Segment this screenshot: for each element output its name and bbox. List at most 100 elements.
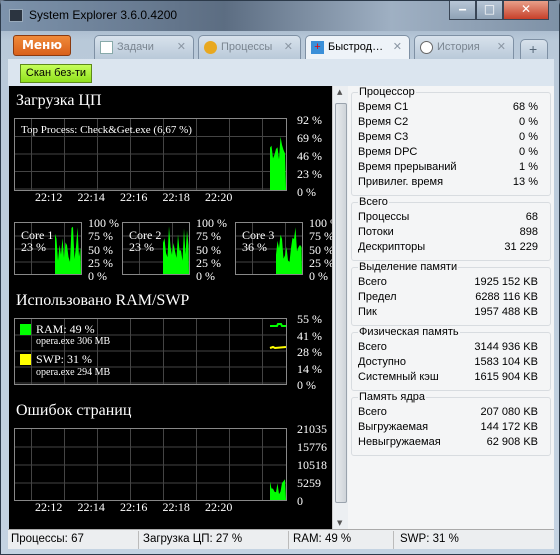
page-faults-plot — [15, 429, 286, 500]
cpu-y-tick: 0 % — [297, 185, 316, 199]
stat-label: Всего — [358, 341, 387, 353]
close-tab-icon[interactable]: ✕ — [497, 36, 506, 58]
page-faults-graph — [14, 428, 287, 501]
stats-row: Невыгружаемая 62 908 KB — [358, 436, 538, 451]
ram-swap-graph: RAM: 49 % opera.exe 306 MB SWP: 31 % ope… — [14, 318, 287, 385]
tab-history[interactable]: История ✕ — [414, 35, 514, 60]
toolbar: Скан без-ти — [8, 59, 554, 86]
core-value: 23 % — [129, 240, 154, 254]
stat-label: Время C2 — [358, 116, 409, 128]
title-bar: System Explorer 3.6.0.4200 ‒ □ ✕ — [1, 1, 559, 31]
stats-panel: Процессор Время C1 68 % Время C2 0 % Время C3… — [348, 86, 554, 529]
stat-value: 6288 116 KB — [475, 291, 538, 303]
maximize-button[interactable]: □ — [476, 1, 503, 20]
performance-icon: + — [311, 41, 324, 54]
group-title: Процессор — [358, 86, 416, 98]
core-y-tick: 0 % — [88, 269, 107, 284]
faults-y-tick: 15776 — [297, 440, 327, 454]
core-3-usage-area — [276, 227, 302, 274]
stats-row: Время DPC 0 % — [358, 146, 538, 161]
close-button[interactable]: ✕ — [503, 1, 549, 20]
clock-icon — [420, 41, 433, 54]
ram-y-tick: 41 % — [297, 328, 322, 343]
tab-performance[interactable]: + Быстрод… ✕ — [305, 35, 410, 61]
stat-label: Время C1 — [358, 101, 409, 113]
stats-row: Время C3 0 % — [358, 131, 538, 146]
stats-row: Потоки 898 — [358, 226, 538, 241]
swp-label: SWP: 31 % — [36, 352, 93, 366]
stat-value: 3144 936 KB — [474, 341, 538, 353]
tab-processes[interactable]: Процессы ✕ — [198, 35, 301, 60]
stat-value: 1615 904 KB — [474, 371, 538, 383]
scroll-up-icon[interactable]: ▲ — [337, 88, 342, 96]
cpu-y-tick: 69 % — [297, 131, 322, 145]
stat-label: Выгружаемая — [358, 421, 429, 433]
stats-row: Системный кэш 1615 904 KB — [358, 371, 538, 386]
stats-row: Всего 3144 936 KB — [358, 341, 538, 356]
menu-button[interactable]: Меню — [13, 35, 71, 56]
stat-label: Системный кэш — [358, 371, 439, 383]
cpu-y-tick: 92 % — [297, 113, 322, 127]
core-y-tick: 0 % — [196, 269, 215, 284]
stats-row: Привилег. время 13 % — [358, 176, 538, 191]
swp-legend-swatch — [20, 354, 31, 365]
stat-value: 1925 152 KB — [474, 276, 538, 288]
stat-value: 0 % — [519, 146, 538, 158]
stat-value: 31 229 — [504, 241, 538, 253]
stat-value: 207 080 KB — [480, 406, 539, 418]
gear-icon — [204, 41, 217, 54]
stats-row: Дескрипторы 31 229 — [358, 241, 538, 256]
stat-label: Время прерываний — [358, 161, 457, 173]
close-tab-icon[interactable]: ✕ — [284, 36, 293, 58]
status-ram: RAM: 49 % — [293, 533, 352, 545]
stat-label: Невыгружаемая — [358, 436, 441, 448]
security-scan-button[interactable]: Скан без-ти — [20, 64, 92, 83]
stat-value: 1957 488 KB — [474, 306, 538, 318]
add-tab-button[interactable]: + — [520, 39, 548, 59]
stat-label: Процессы — [358, 211, 410, 223]
close-tab-icon[interactable]: ✕ — [177, 36, 186, 58]
page-faults-area — [270, 479, 286, 500]
stat-value: 898 — [519, 226, 538, 238]
status-processes: Процессы: 67 — [11, 533, 84, 545]
core-y-tick: 0 % — [309, 269, 328, 284]
ram-y-tick: 14 % — [297, 361, 322, 376]
group-title: Память ядра — [358, 391, 426, 403]
tab-tasks[interactable]: Задачи ✕ — [94, 35, 194, 60]
scroll-down-icon[interactable]: ▼ — [337, 519, 342, 527]
ram-y-tick: 55 % — [297, 312, 322, 326]
cpu-y-tick: 46 % — [297, 149, 322, 163]
time-tick: 22:12 — [35, 500, 63, 514]
page-faults-title: Ошибок страниц — [16, 402, 132, 419]
tab-label: Процессы — [221, 41, 273, 53]
stat-value: 62 908 KB — [486, 436, 538, 448]
status-bar: Процессы: 67 Загрузка ЦП: 27 % RAM: 49 %… — [8, 529, 554, 549]
core-2-graph: Core 2 23 % — [122, 222, 190, 275]
group-title: Физическая память — [358, 326, 460, 338]
stats-row: Предел 6288 116 KB — [358, 291, 538, 306]
vertical-scrollbar[interactable]: ▲ ▼ — [332, 86, 348, 529]
minimize-button[interactable]: ‒ — [449, 1, 476, 20]
stat-label: Дескрипторы — [358, 241, 426, 253]
stats-row: Выгружаемая 144 172 KB — [358, 421, 538, 436]
scrollbar-thumb[interactable] — [335, 103, 347, 503]
stat-label: Пик — [358, 306, 377, 318]
core-1-usage-area — [55, 226, 81, 274]
time-tick: 22:14 — [77, 500, 105, 514]
stat-label: Потоки — [358, 226, 394, 238]
close-tab-icon[interactable]: ✕ — [393, 36, 402, 58]
time-tick: 22:20 — [205, 190, 233, 204]
core-1-graph: Core 1 23 % — [14, 222, 82, 275]
window-title: System Explorer 3.6.0.4200 — [29, 8, 178, 22]
faults-y-tick: 10518 — [297, 458, 327, 472]
time-tick: 22:18 — [162, 500, 190, 514]
status-cpu: Загрузка ЦП: 27 % — [143, 533, 243, 545]
time-tick: 22:20 — [205, 500, 233, 514]
status-swp: SWP: 31 % — [400, 533, 459, 545]
stat-value: 13 % — [512, 176, 538, 188]
tasks-icon — [100, 41, 113, 54]
stat-value: 68 % — [512, 101, 538, 113]
stat-label: Предел — [358, 291, 397, 303]
app-window: System Explorer 3.6.0.4200 ‒ □ ✕ Меню За… — [0, 0, 560, 555]
stat-label: Время C3 — [358, 131, 409, 143]
